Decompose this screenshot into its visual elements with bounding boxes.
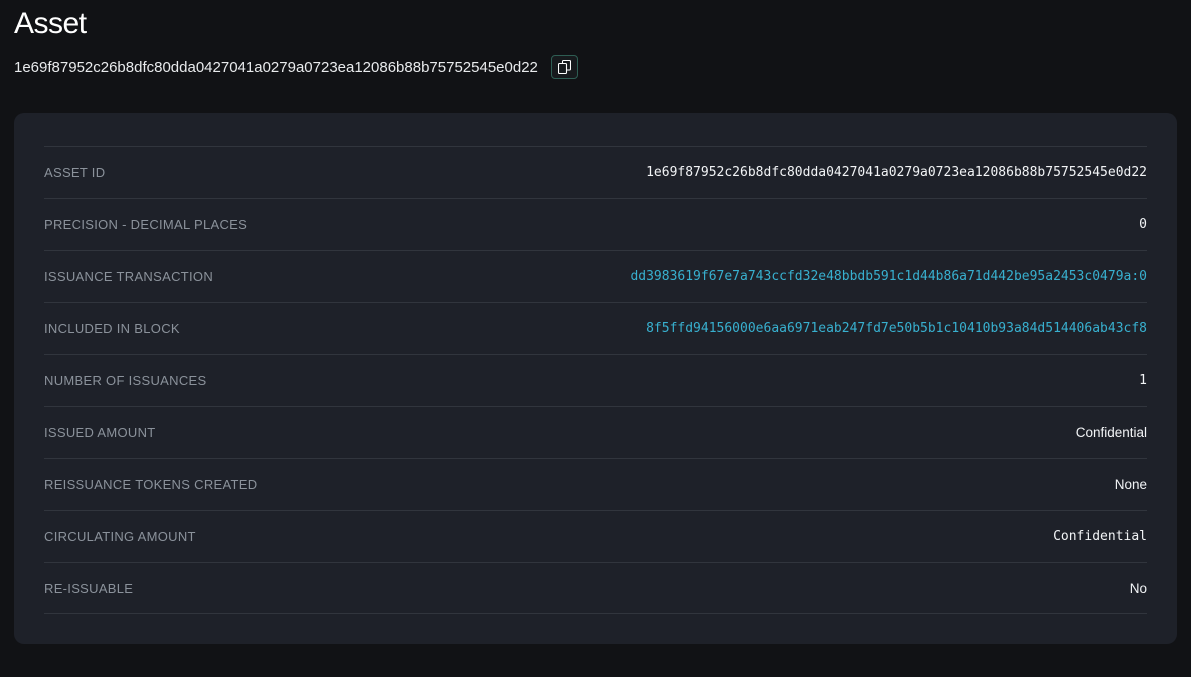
table-row: ISSUANCE TRANSACTION dd3983619f67e7a743c… <box>44 250 1147 302</box>
table-row: CIRCULATING AMOUNT Confidential <box>44 510 1147 562</box>
row-value-link[interactable]: 8f5ffd94156000e6aa6971eab247fd7e50b5b1c1… <box>646 321 1147 336</box>
table-row: NUMBER OF ISSUANCES 1 <box>44 354 1147 406</box>
row-label: RE-ISSUABLE <box>44 581 133 596</box>
row-label: ASSET ID <box>44 165 105 180</box>
row-value: No <box>1130 581 1147 596</box>
table-row: ASSET ID 1e69f87952c26b8dfc80dda0427041a… <box>44 146 1147 198</box>
copy-button[interactable] <box>551 55 578 79</box>
asset-id-text: 1e69f87952c26b8dfc80dda0427041a0279a0723… <box>14 59 538 76</box>
asset-page: Asset 1e69f87952c26b8dfc80dda0427041a027… <box>0 0 1191 644</box>
row-value: Confidential <box>1076 425 1147 440</box>
asset-id-header-row: 1e69f87952c26b8dfc80dda0427041a0279a0723… <box>14 55 1177 79</box>
row-label: NUMBER OF ISSUANCES <box>44 373 206 388</box>
table-row: REISSUANCE TOKENS CREATED None <box>44 458 1147 510</box>
row-value-link[interactable]: dd3983619f67e7a743ccfd32e48bbdb591c1d44b… <box>630 269 1147 284</box>
row-value: 1 <box>1139 373 1147 388</box>
row-value: 0 <box>1139 217 1147 232</box>
asset-details-table: ASSET ID 1e69f87952c26b8dfc80dda0427041a… <box>44 146 1147 614</box>
row-label: REISSUANCE TOKENS CREATED <box>44 477 257 492</box>
row-label: CIRCULATING AMOUNT <box>44 529 196 544</box>
row-value: 1e69f87952c26b8dfc80dda0427041a0279a0723… <box>646 165 1147 180</box>
copy-icon <box>558 60 571 74</box>
row-value: None <box>1115 477 1147 492</box>
table-row: ISSUED AMOUNT Confidential <box>44 406 1147 458</box>
row-label: ISSUANCE TRANSACTION <box>44 269 213 284</box>
row-value: Confidential <box>1053 529 1147 544</box>
row-label: INCLUDED IN BLOCK <box>44 321 180 336</box>
row-label: ISSUED AMOUNT <box>44 425 156 440</box>
row-label: PRECISION - DECIMAL PLACES <box>44 217 247 232</box>
table-row: PRECISION - DECIMAL PLACES 0 <box>44 198 1147 250</box>
page-title: Asset <box>14 0 1177 42</box>
table-row: INCLUDED IN BLOCK 8f5ffd94156000e6aa6971… <box>44 302 1147 354</box>
table-row: RE-ISSUABLE No <box>44 562 1147 614</box>
asset-details-card: ASSET ID 1e69f87952c26b8dfc80dda0427041a… <box>14 113 1177 644</box>
